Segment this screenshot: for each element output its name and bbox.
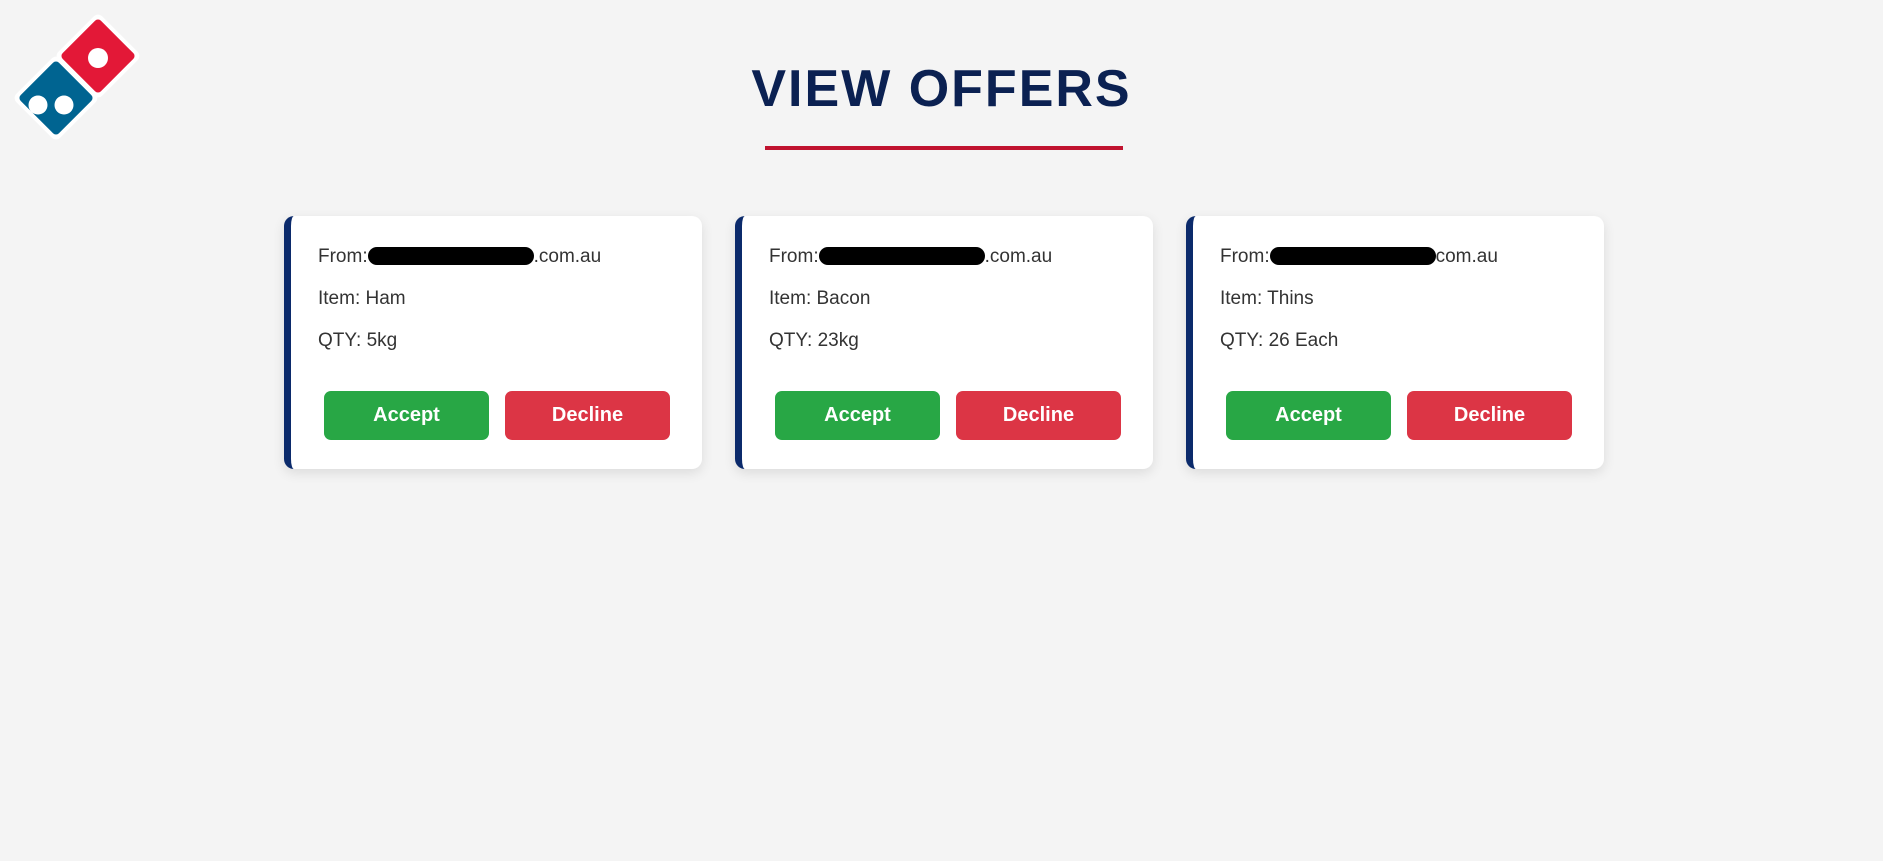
- title-underline: [765, 146, 1123, 150]
- offer-from-label: From:: [769, 246, 819, 267]
- offer-from-domain: .com.au: [984, 246, 1053, 267]
- offer-qty: QTY: 23kg: [769, 330, 859, 351]
- redacted-email: [818, 247, 985, 265]
- offer-item: Item: Ham: [318, 288, 406, 309]
- offer-from-domain: com.au: [1435, 246, 1498, 267]
- page-title: VIEW OFFERS: [751, 60, 1132, 118]
- decline-button[interactable]: Decline: [505, 391, 670, 440]
- decline-button[interactable]: Decline: [956, 391, 1121, 440]
- offer-from: From: .com.au: [318, 246, 702, 268]
- accept-button[interactable]: Accept: [775, 391, 940, 440]
- redacted-email: [367, 247, 534, 265]
- offer-qty: QTY: 26 Each: [1220, 330, 1339, 351]
- offer-from-domain: .com.au: [533, 246, 602, 267]
- accept-button[interactable]: Accept: [324, 391, 489, 440]
- offer-from-label: From:: [1220, 246, 1270, 267]
- offer-from-label: From:: [318, 246, 368, 267]
- offer-card: From: com.au Item: Thins QTY: 26 Each Acc…: [1186, 216, 1604, 469]
- offer-card: From: .com.au Item: Ham QTY: 5kg Accept D…: [284, 216, 702, 469]
- decline-button[interactable]: Decline: [1407, 391, 1572, 440]
- offers-list: From: .com.au Item: Ham QTY: 5kg Accept D…: [284, 216, 1604, 469]
- accept-button[interactable]: Accept: [1226, 391, 1391, 440]
- offer-item: Item: Thins: [1220, 288, 1314, 309]
- offer-card: From: .com.au Item: Bacon QTY: 23kg Accep…: [735, 216, 1153, 469]
- offer-from: From: .com.au: [769, 246, 1153, 268]
- offer-from: From: com.au: [1220, 246, 1604, 268]
- offer-qty: QTY: 5kg: [318, 330, 398, 351]
- redacted-email: [1269, 247, 1436, 265]
- offer-item: Item: Bacon: [769, 288, 871, 309]
